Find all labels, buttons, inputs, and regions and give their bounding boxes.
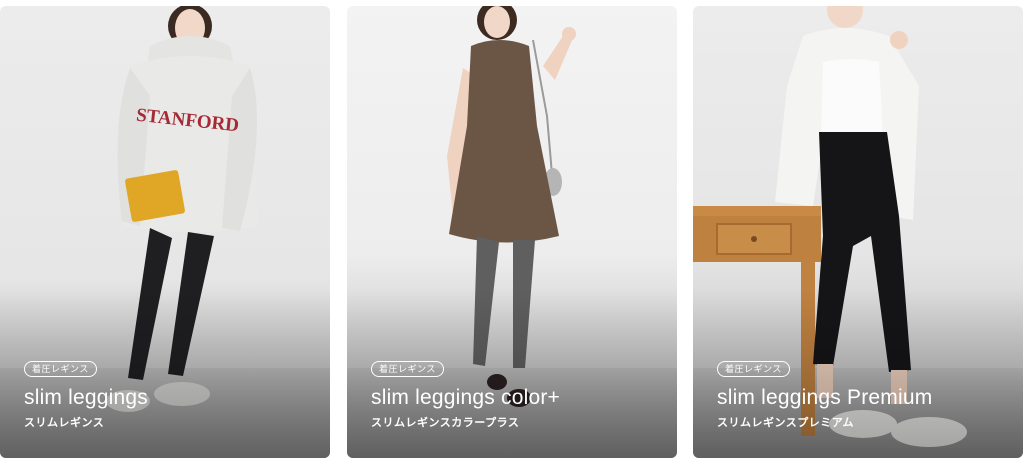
category-badge: 着圧レギンス (24, 361, 97, 377)
category-badge: 着圧レギンス (371, 361, 444, 377)
product-title[interactable]: slim leggings (24, 385, 148, 411)
product-subtitle: スリムレギンス (24, 417, 105, 429)
product-subtitle: スリムレギンスカラープラス (371, 417, 520, 429)
product-subtitle: スリムレギンスプレミアム (717, 417, 855, 429)
category-badge: 着圧レギンス (717, 361, 790, 377)
product-title[interactable]: slim leggings Premium (717, 385, 932, 411)
product-card-grid: STANFORD 着圧レギンス slim leggings スリムレギンス 着圧… (0, 0, 1024, 461)
product-caption: 着圧レギンス slim leggings Premium スリムレギンスプレミア… (717, 359, 932, 430)
product-card-slim-leggings-color-plus[interactable]: 着圧レギンス slim leggings color+ スリムレギンスカラープラ… (347, 6, 677, 458)
product-title[interactable]: slim leggings color+ (371, 385, 560, 411)
product-caption: 着圧レギンス slim leggings スリムレギンス (24, 359, 148, 430)
product-card-slim-leggings[interactable]: STANFORD 着圧レギンス slim leggings スリムレギンス (0, 6, 330, 458)
product-caption: 着圧レギンス slim leggings color+ スリムレギンスカラープラ… (371, 359, 560, 430)
product-card-slim-leggings-premium[interactable]: 着圧レギンス slim leggings Premium スリムレギンスプレミア… (693, 6, 1023, 458)
